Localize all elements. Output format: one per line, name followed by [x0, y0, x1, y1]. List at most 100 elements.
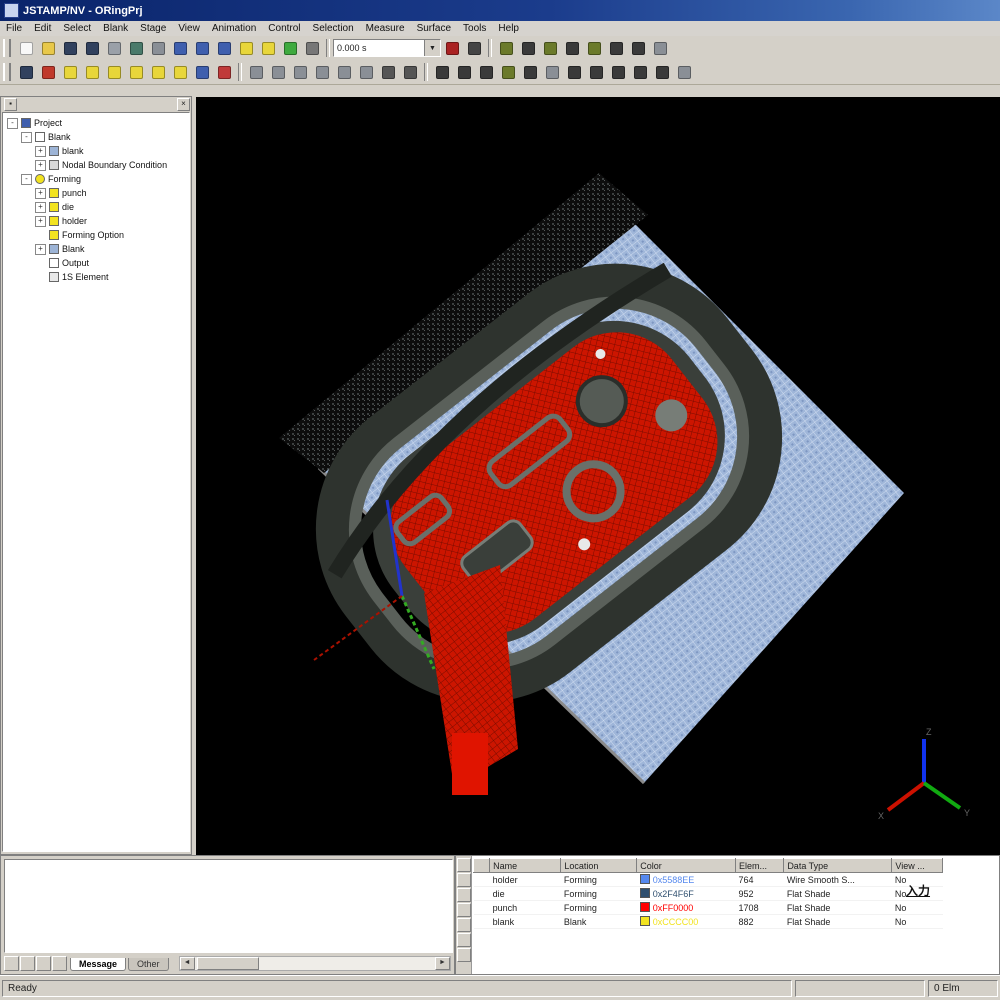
- mesh-view-icon[interactable]: [170, 38, 190, 58]
- tree-item-output[interactable]: Output: [3, 256, 189, 270]
- part-yellow1-icon[interactable]: [60, 62, 80, 82]
- clip-icon[interactable]: [520, 62, 540, 82]
- zoom-in-icon[interactable]: [378, 62, 398, 82]
- table-row-holder[interactable]: holderForming0x5588EE764Wire Smooth S...…: [474, 873, 943, 887]
- view-rotate-icon[interactable]: [334, 62, 354, 82]
- tree-item-blank[interactable]: -Blank: [3, 130, 189, 144]
- tree-expander-icon[interactable]: +: [35, 202, 46, 213]
- anim-play-icon[interactable]: [608, 62, 628, 82]
- parts-tool-icon-6[interactable]: [457, 948, 471, 962]
- tree-item-die[interactable]: +die: [3, 200, 189, 214]
- viewport-3d[interactable]: Z X Y: [196, 97, 1000, 855]
- part-yellow3-icon[interactable]: [104, 62, 124, 82]
- grid-view-icon[interactable]: [214, 38, 234, 58]
- row-selector[interactable]: [474, 901, 490, 915]
- msg-copy-icon[interactable]: [36, 956, 51, 971]
- print-icon[interactable]: [104, 38, 124, 58]
- tool-mesh-icon[interactable]: [38, 62, 58, 82]
- parts-col-header[interactable]: Name: [490, 859, 561, 873]
- tree-expander-icon[interactable]: +: [35, 146, 46, 157]
- menu-item-select[interactable]: Select: [57, 22, 97, 35]
- parts-tool-icon-3[interactable]: [457, 903, 471, 917]
- menu-item-blank[interactable]: Blank: [97, 22, 134, 35]
- fit-view-icon[interactable]: [476, 62, 496, 82]
- tree-item-forming[interactable]: -Forming: [3, 172, 189, 186]
- tree-item-forming-option[interactable]: Forming Option: [3, 228, 189, 242]
- run-icon[interactable]: [280, 38, 300, 58]
- table-row-blank[interactable]: blankBlank0xCCCC00882Flat ShadeNo: [474, 915, 943, 929]
- msg-save-icon[interactable]: [20, 956, 35, 971]
- scroll-right-icon[interactable]: ►: [435, 957, 450, 970]
- tree-item-blank[interactable]: +Blank: [3, 242, 189, 256]
- parts-tool-icon-2[interactable]: [457, 888, 471, 902]
- axis-icon[interactable]: [192, 62, 212, 82]
- tree-expander-icon[interactable]: +: [35, 216, 46, 227]
- anim-prev-icon[interactable]: [586, 62, 606, 82]
- new-file-icon[interactable]: [16, 38, 36, 58]
- tree-item-project[interactable]: -Project: [3, 116, 189, 130]
- anim-last-icon[interactable]: [652, 62, 672, 82]
- menu-item-edit[interactable]: Edit: [28, 22, 57, 35]
- measure-icon[interactable]: [214, 62, 234, 82]
- tab-message[interactable]: Message: [70, 958, 126, 971]
- menu-item-help[interactable]: Help: [492, 22, 525, 35]
- menu-item-measure[interactable]: Measure: [360, 22, 411, 35]
- settings-icon[interactable]: [464, 38, 484, 58]
- select-free-icon[interactable]: [650, 38, 670, 58]
- parts-col-header[interactable]: Elem...: [736, 859, 784, 873]
- tree-expander-icon[interactable]: +: [35, 244, 46, 255]
- view-front-icon[interactable]: [268, 62, 288, 82]
- parts-col-header[interactable]: View ...: [892, 859, 943, 873]
- parts-tool-icon-0[interactable]: [457, 858, 471, 872]
- chevron-down-icon[interactable]: ▼: [424, 40, 440, 56]
- anim-first-icon[interactable]: [564, 62, 584, 82]
- view-pan-icon[interactable]: [356, 62, 376, 82]
- export-icon[interactable]: [148, 38, 168, 58]
- stroke-combo[interactable]: 0.000 s ▼: [333, 39, 441, 57]
- parts-tool-icon-4[interactable]: [457, 918, 471, 932]
- menu-item-animation[interactable]: Animation: [206, 22, 262, 35]
- toolbar-grip[interactable]: [3, 39, 11, 57]
- parts-col-header[interactable]: Data Type: [784, 859, 892, 873]
- redraw-icon[interactable]: [498, 62, 518, 82]
- close-icon[interactable]: ×: [177, 98, 190, 111]
- select-part-icon[interactable]: [540, 38, 560, 58]
- tab-other[interactable]: Other: [128, 958, 169, 971]
- toolbar-grip[interactable]: [3, 63, 11, 81]
- menu-item-selection[interactable]: Selection: [307, 22, 360, 35]
- parts-col-header[interactable]: Location: [561, 859, 637, 873]
- anim-stop-icon[interactable]: [674, 62, 694, 82]
- blank-tool-icon[interactable]: [16, 62, 36, 82]
- row-selector[interactable]: [474, 915, 490, 929]
- tree-item-holder[interactable]: +holder: [3, 214, 189, 228]
- message-scrollbar[interactable]: ◄ ►: [179, 956, 451, 971]
- tree-item-1s-element[interactable]: 1S Element: [3, 270, 189, 284]
- menu-item-surface[interactable]: Surface: [411, 22, 457, 35]
- menu-item-view[interactable]: View: [172, 22, 206, 35]
- pin-icon[interactable]: ▪: [4, 98, 17, 111]
- message-output[interactable]: [4, 859, 453, 953]
- select-box-icon[interactable]: [628, 38, 648, 58]
- eye-off-icon[interactable]: [454, 62, 474, 82]
- save-all-icon[interactable]: [82, 38, 102, 58]
- msg-clear-icon[interactable]: [4, 956, 19, 971]
- parts-col-header[interactable]: Color: [637, 859, 736, 873]
- eye-on-icon[interactable]: [432, 62, 452, 82]
- part-show-icon[interactable]: [236, 38, 256, 58]
- part-yellow4-icon[interactable]: [126, 62, 146, 82]
- menu-item-control[interactable]: Control: [262, 22, 306, 35]
- tree-expander-icon[interactable]: -: [21, 174, 32, 185]
- table-row-punch[interactable]: punchForming0xFF00001708Flat ShadeNo: [474, 901, 943, 915]
- msg-filter-icon[interactable]: [52, 956, 67, 971]
- select-point-icon[interactable]: [606, 38, 626, 58]
- menu-item-stage[interactable]: Stage: [134, 22, 172, 35]
- parts-tool-icon-1[interactable]: [457, 873, 471, 887]
- tree-expander-icon[interactable]: +: [35, 160, 46, 171]
- light-icon[interactable]: [542, 62, 562, 82]
- parts-tool-icon-5[interactable]: [457, 933, 471, 947]
- part-yellow6-icon[interactable]: [170, 62, 190, 82]
- tree-item-punch[interactable]: +punch: [3, 186, 189, 200]
- scroll-left-icon[interactable]: ◄: [180, 957, 195, 970]
- menu-item-file[interactable]: File: [0, 22, 28, 35]
- tree-expander-icon[interactable]: -: [7, 118, 18, 129]
